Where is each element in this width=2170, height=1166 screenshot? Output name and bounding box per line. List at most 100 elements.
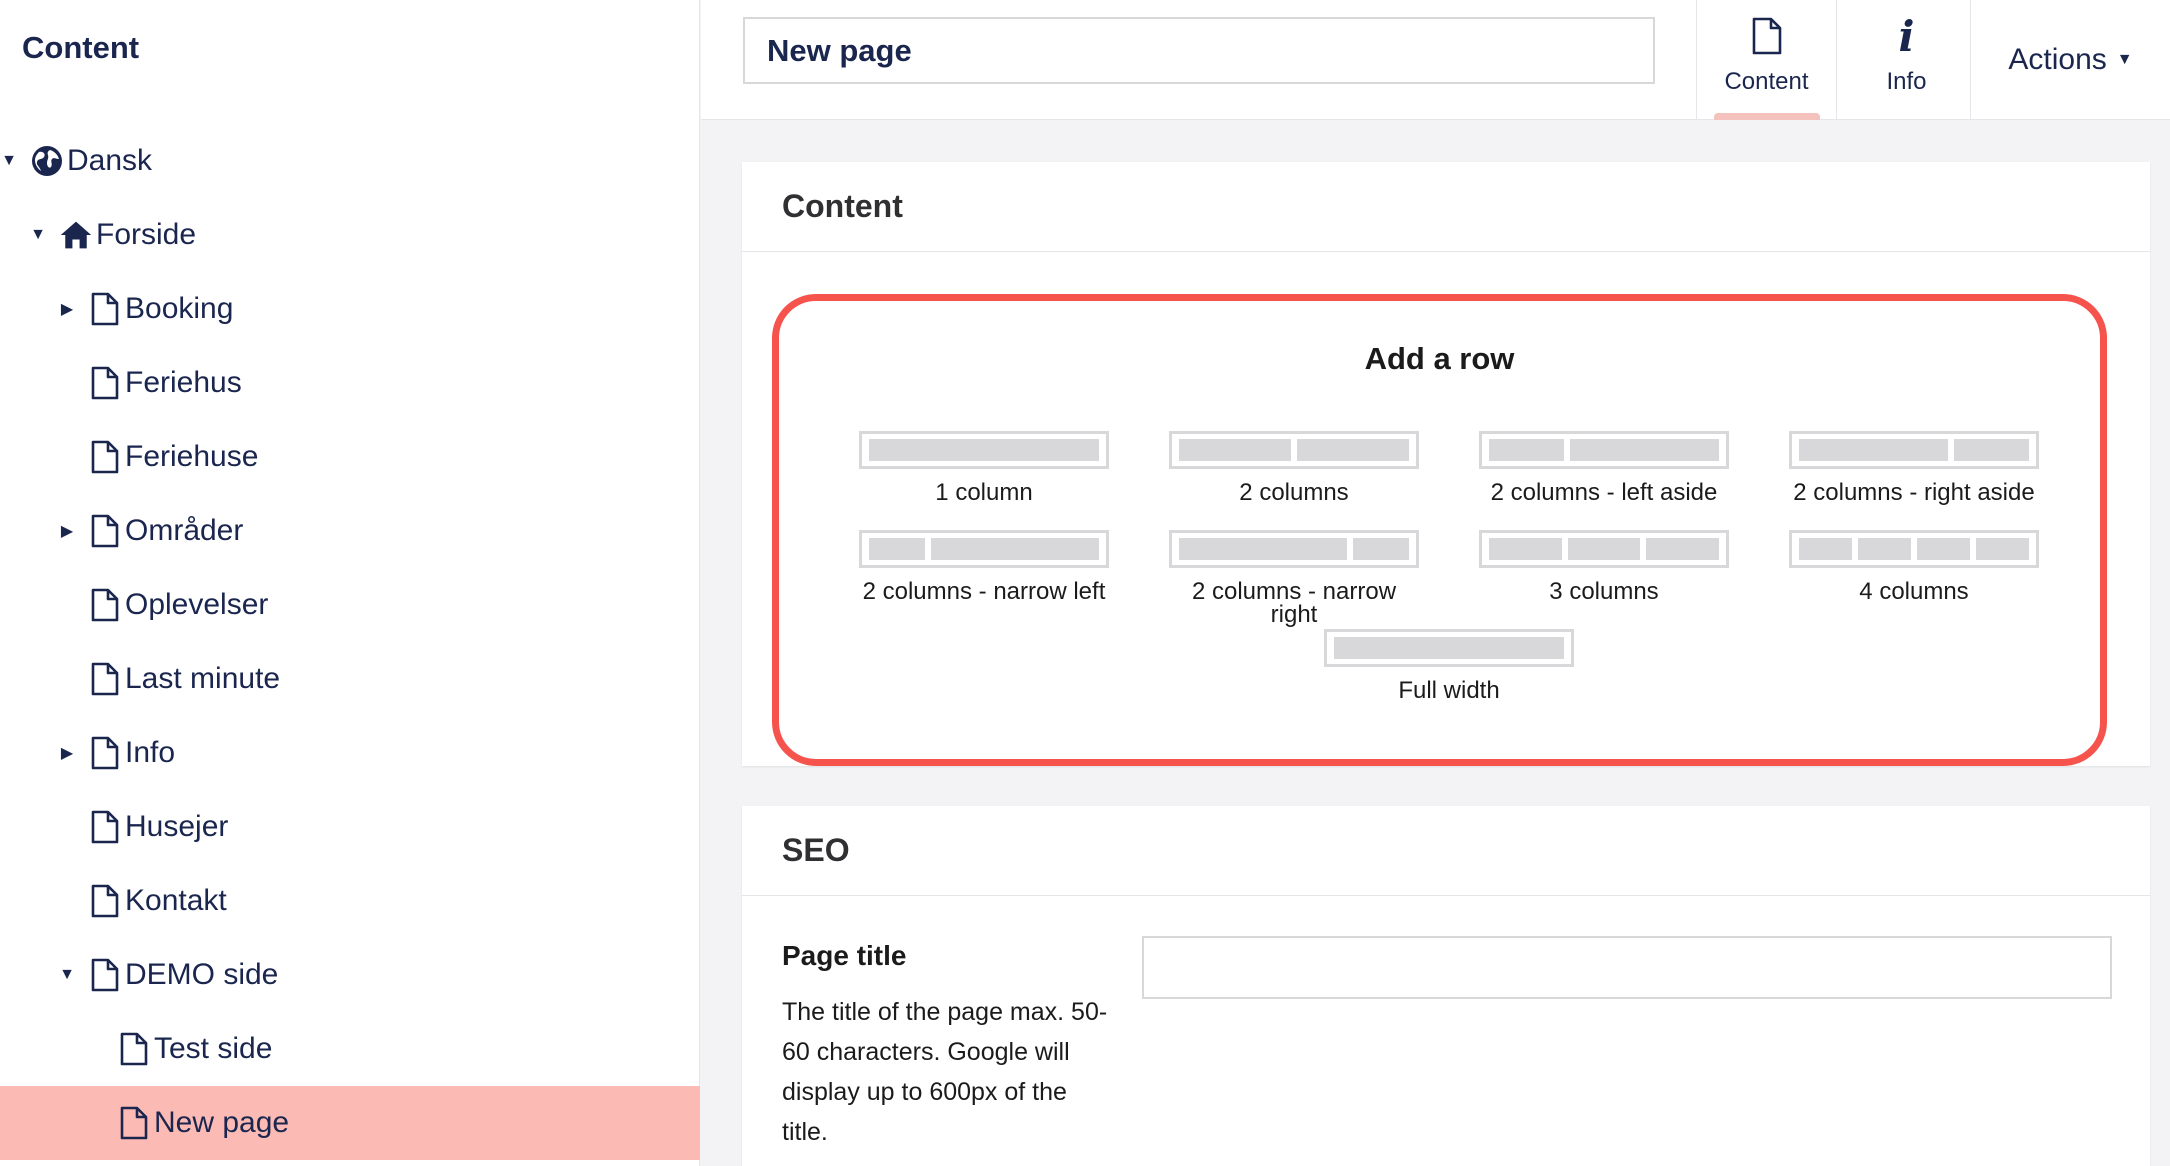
page-title-label: Page title <box>782 940 907 971</box>
seo-panel-title: SEO <box>782 832 850 868</box>
layout-column-block <box>1858 538 1911 560</box>
layout-option-4-columns[interactable]: 4 columns <box>1789 530 2039 605</box>
add-row-title: Add a row <box>1364 341 1515 376</box>
document-icon <box>1752 14 1782 58</box>
tree-item-new-page[interactable]: New page <box>0 1086 700 1160</box>
layout-column-block <box>1976 538 2029 560</box>
sidebar-title: Content <box>22 30 140 65</box>
info-icon: i <box>1898 11 1915 61</box>
layout-column-block <box>1179 439 1291 461</box>
layout-column-block <box>1353 538 1409 560</box>
caret-right-icon[interactable]: ▶ <box>58 744 76 762</box>
layout-option-2-columns-narrow-right[interactable]: 2 columns - narrow right <box>1169 530 1419 627</box>
tree-item-last-minute[interactable]: Last minute <box>0 642 700 716</box>
tree-item-label: Oplevelser <box>125 588 269 621</box>
layout-option-2-columns[interactable]: 2 columns <box>1169 431 1419 506</box>
caret-down-icon[interactable]: ▼ <box>29 226 47 244</box>
tree-item-label: Last minute <box>125 662 281 695</box>
content-panel-header: Content <box>742 162 2150 252</box>
tree-item-oplevelser[interactable]: Oplevelser <box>0 568 700 642</box>
tree-item-label: Husejer <box>125 810 229 843</box>
layout-column-block <box>869 439 1099 461</box>
document-icon <box>117 1031 151 1067</box>
tree-item-label: Feriehuse <box>125 440 259 473</box>
page-title-description: The title of the page max. 50-60 charact… <box>782 998 1108 1146</box>
tree-item-områder[interactable]: ▶ Områder <box>0 494 700 568</box>
tree-item-feriehuse[interactable]: Feriehuse <box>0 420 700 494</box>
layout-label: 2 columns - left aside <box>1490 479 1718 506</box>
editor-header: Content i Info Actions ▼ <box>701 0 2170 120</box>
layout-column-block <box>1646 538 1720 560</box>
tree-item-dansk[interactable]: ▼ Dansk <box>0 124 700 198</box>
layout-option-3-columns[interactable]: 3 columns <box>1479 530 1729 604</box>
layout-option-2-columns-right-aside[interactable]: 2 columns - right aside <box>1789 431 2039 506</box>
tree-item-demo-side[interactable]: ▼ DEMO side <box>0 938 700 1012</box>
layout-preview <box>1479 431 1729 469</box>
tab-content-label: Content <box>1724 68 1809 95</box>
layout-label: 2 columns <box>1239 479 1349 506</box>
layout-option-2-columns-left-aside[interactable]: 2 columns - left aside <box>1479 431 1729 506</box>
layout-column-block <box>1569 439 1719 461</box>
layout-column-block <box>869 538 925 560</box>
layout-column-block <box>931 538 1099 560</box>
tab-info[interactable]: i Info <box>1836 0 1976 120</box>
caret-down-icon[interactable]: ▼ <box>0 152 18 170</box>
app-window: Content ▼ Dansk ▼ Forside ▶ Booking Feriehus Fe… <box>0 0 2170 1166</box>
document-icon <box>88 661 122 697</box>
seo-panel: SEO Page title The title of the page max… <box>742 806 2150 1166</box>
tree-item-info[interactable]: ▶ Info <box>0 716 700 790</box>
tree-item-forside[interactable]: ▼ Forside <box>0 198 700 272</box>
tab-content[interactable]: Content <box>1696 0 1836 120</box>
layout-column-block <box>1334 637 1564 659</box>
tree-item-label: New page <box>154 1106 290 1139</box>
layout-option-2-columns-narrow-left[interactable]: 2 columns - narrow left <box>859 530 1109 604</box>
layout-preview <box>1169 431 1419 469</box>
actions-dropdown[interactable]: Actions ▼ <box>1970 0 2170 120</box>
layout-preview <box>859 431 1109 469</box>
document-icon <box>88 883 122 919</box>
tree-item-feriehus[interactable]: Feriehus <box>0 346 700 420</box>
layout-column-block <box>1799 439 1949 461</box>
layout-label: 2 columns - right aside <box>1793 479 2035 506</box>
page-title-input[interactable] <box>1142 936 2112 999</box>
active-tab-indicator <box>1714 113 1820 120</box>
tree-item-label: Test side <box>154 1032 273 1065</box>
caret-right-icon[interactable]: ▶ <box>58 522 76 540</box>
document-icon <box>88 513 122 549</box>
document-icon <box>88 587 122 623</box>
page-name-input[interactable] <box>743 17 1655 84</box>
document-icon <box>117 1105 151 1141</box>
layout-column-block <box>1297 439 1409 461</box>
tree-item-label: Info <box>125 736 176 769</box>
layout-label: 1 column <box>935 479 1033 506</box>
caret-down-icon: ▼ <box>2116 51 2133 68</box>
document-icon <box>88 291 122 327</box>
caret-right-icon[interactable]: ▶ <box>58 300 76 318</box>
layout-label: 4 columns <box>1859 578 1969 605</box>
layout-label: Full width <box>1398 677 1500 704</box>
layout-option-1-column[interactable]: 1 column <box>859 431 1109 506</box>
content-panel: Content Add a row 1 column 2 columns 2 col… <box>742 162 2150 766</box>
document-icon <box>88 439 122 475</box>
tree-item-kontakt[interactable]: Kontakt <box>0 864 700 938</box>
layout-column-block <box>1954 439 2029 461</box>
content-tree: ▼ Dansk ▼ Forside ▶ Booking Feriehus Feriehuse ▶… <box>0 124 700 1160</box>
document-icon <box>88 735 122 771</box>
document-icon <box>88 809 122 845</box>
tree-item-husejer[interactable]: Husejer <box>0 790 700 864</box>
layout-preview <box>1789 530 2039 568</box>
layout-option-full-width[interactable]: Full width <box>1324 629 1574 704</box>
layout-column-block <box>1489 439 1564 461</box>
tree-item-label: DEMO side <box>125 958 279 991</box>
tree-item-booking[interactable]: ▶ Booking <box>0 272 700 346</box>
tree-item-label: Dansk <box>67 144 153 177</box>
tree-item-label: Booking <box>125 292 234 325</box>
caret-down-icon[interactable]: ▼ <box>58 966 76 984</box>
layout-column-block <box>1567 538 1641 560</box>
tab-info-label: Info <box>1886 68 1927 95</box>
tree-item-test-side[interactable]: Test side <box>0 1012 700 1086</box>
document-icon <box>88 957 122 993</box>
seo-panel-body: Page title The title of the page max. 50… <box>742 896 2150 1166</box>
layout-preview <box>1324 629 1574 667</box>
layout-preview <box>859 530 1109 568</box>
